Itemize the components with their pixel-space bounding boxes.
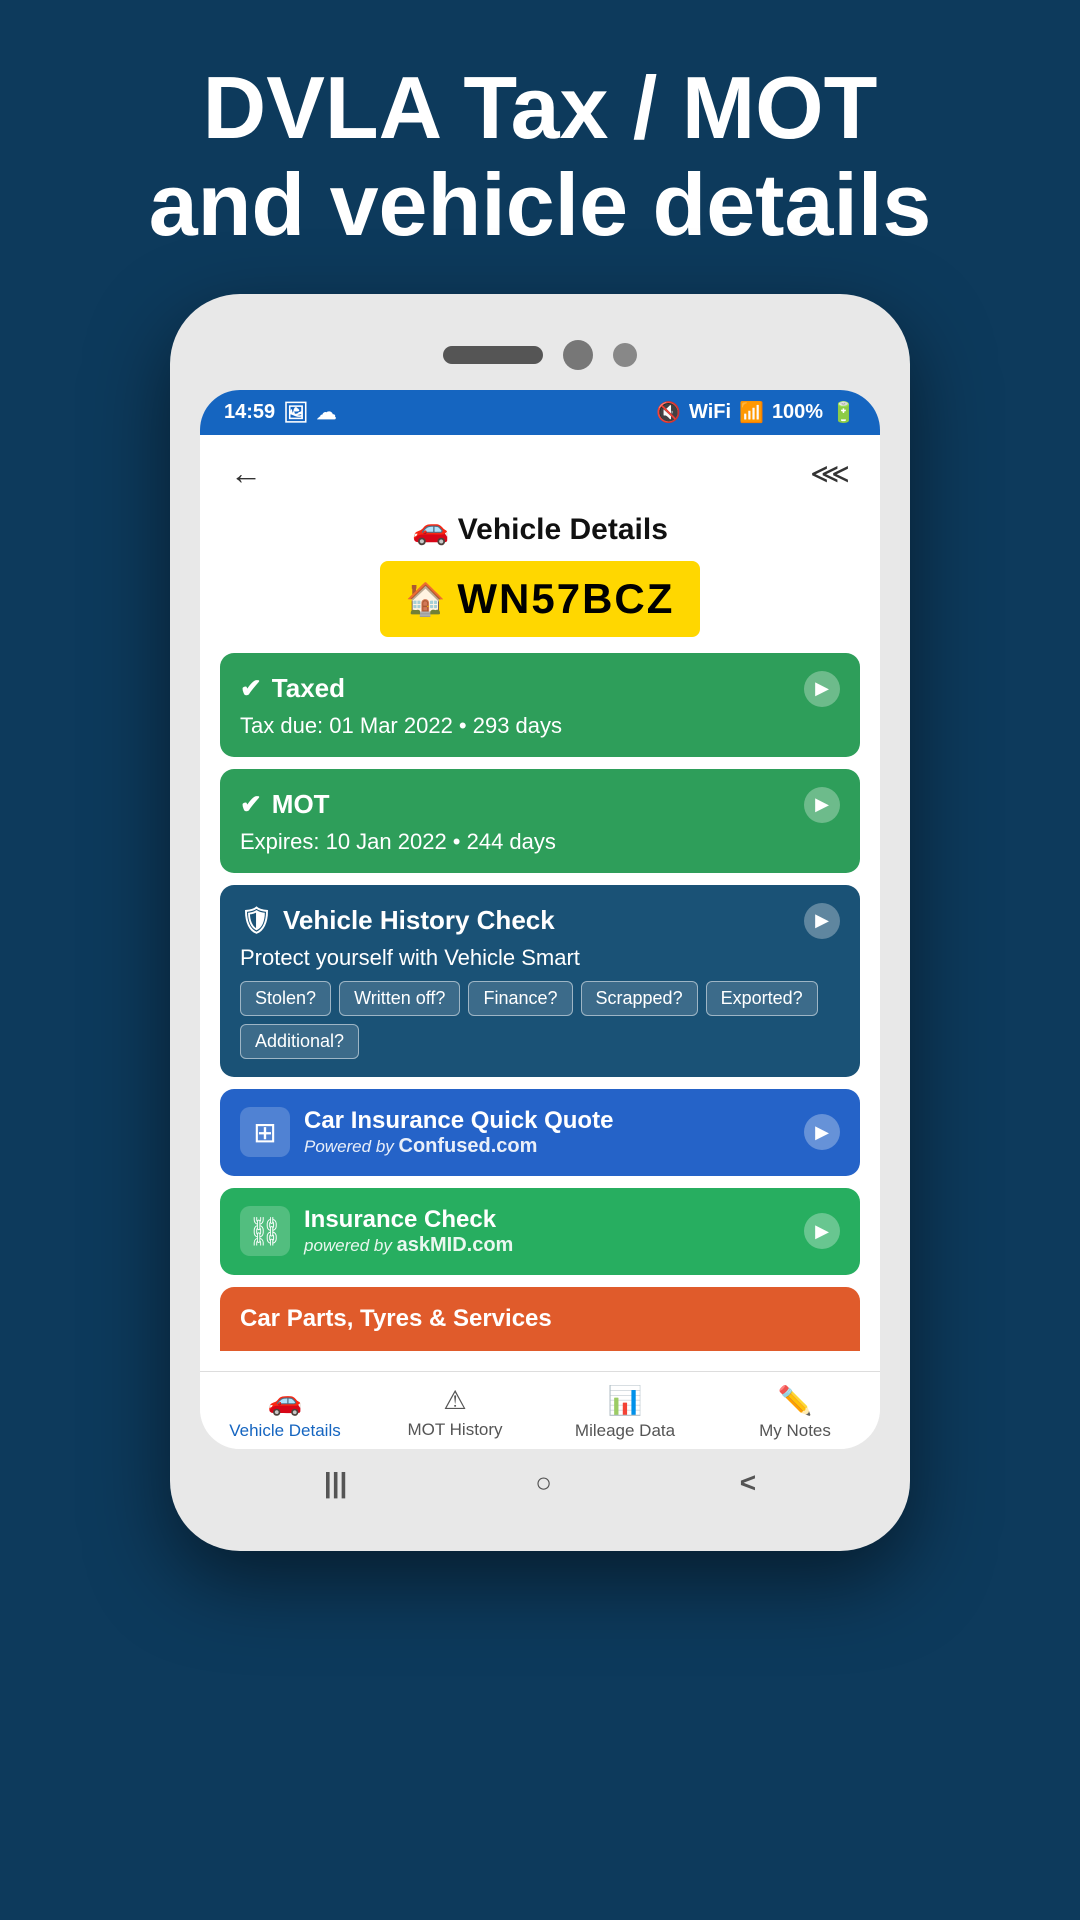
app-header: ← ⋘: [200, 435, 880, 512]
camera-1: [563, 340, 593, 370]
tax-card-arrow[interactable]: ▶: [804, 671, 840, 707]
history-card-title: 🛡 Vehicle History Check: [240, 905, 555, 936]
insurance-quote-inner: ⊞ Car Insurance Quick Quote Powered by C…: [240, 1107, 804, 1158]
shield-icon: 🛡: [240, 905, 273, 936]
gesture-home: ○: [535, 1467, 552, 1499]
status-left: 14:59 🖼 ☁: [224, 400, 337, 425]
back-button[interactable]: ←: [230, 455, 262, 492]
nav-notes[interactable]: ✏️ My Notes: [710, 1384, 880, 1441]
mot-card[interactable]: ✔ MOT ▶ Expires: 10 Jan 2022 • 244 days: [220, 769, 860, 873]
mot-card-arrow[interactable]: ▶: [804, 787, 840, 823]
status-image-icon: 🖼: [283, 400, 308, 425]
insurance-check-inner: ⛓ Insurance Check powered by askMID.com: [240, 1206, 804, 1257]
insurance-check-text: Insurance Check powered by askMID.com: [304, 1206, 513, 1257]
insurance-check-arrow[interactable]: ▶: [804, 1213, 840, 1249]
phone-bottom-gestures: ||| ○ <: [200, 1449, 880, 1521]
insurance-check-title: Insurance Check: [304, 1206, 513, 1234]
phone-screen: 14:59 🖼 ☁ 🔇 WiFi 📶 100% 🔋 ← ⋘: [200, 390, 880, 1449]
insurance-check-card[interactable]: ⛓ Insurance Check powered by askMID.com …: [220, 1188, 860, 1275]
mot-check-icon: ✔: [240, 789, 262, 820]
status-signal-icon: 📶: [739, 400, 764, 425]
plate-garage-icon: 🏠: [406, 580, 446, 618]
camera-2: [613, 343, 637, 367]
nav-mileage-label: Mileage Data: [575, 1421, 675, 1441]
badge-exported[interactable]: Exported?: [706, 981, 818, 1016]
share-button[interactable]: ⋘: [810, 457, 850, 490]
insurance-quote-arrow[interactable]: ▶: [804, 1114, 840, 1150]
status-time: 14:59: [224, 401, 275, 424]
nav-notes-label: My Notes: [759, 1421, 831, 1441]
insurance-quote-card[interactable]: ⊞ Car Insurance Quick Quote Powered by C…: [220, 1089, 860, 1176]
phone-frame: 14:59 🖼 ☁ 🔇 WiFi 📶 100% 🔋 ← ⋘: [170, 294, 910, 1551]
insurance-quote-title: Car Insurance Quick Quote: [304, 1107, 613, 1135]
page-header: DVLA Tax / MOT and vehicle details: [69, 0, 1012, 294]
mot-card-title: ✔ MOT: [240, 789, 330, 820]
number-plate: 🏠 WN57BCZ: [380, 561, 700, 637]
speaker: [443, 346, 543, 364]
nav-mileage-icon: 📊: [608, 1384, 643, 1417]
insurance-quote-powered: Powered by Confused.com: [304, 1135, 613, 1158]
status-battery: 100%: [772, 401, 823, 424]
bottom-nav: 🚗 Vehicle Details ⚠ MOT History 📊 Mileag…: [200, 1371, 880, 1449]
vehicle-title: 🚗 Vehicle Details: [220, 512, 860, 547]
tax-card[interactable]: ✔ Taxed ▶ Tax due: 01 Mar 2022 • 293 day…: [220, 653, 860, 757]
nav-mot-icon: ⚠: [443, 1385, 466, 1416]
history-badges: Stolen? Written off? Finance? Scrapped? …: [240, 981, 840, 1059]
tax-check-icon: ✔: [240, 673, 262, 704]
gesture-back: |||: [324, 1467, 348, 1499]
history-card-subtitle: Protect yourself with Vehicle Smart: [240, 945, 840, 971]
tax-card-subtitle: Tax due: 01 Mar 2022 • 293 days: [240, 713, 840, 739]
insurance-quote-text: Car Insurance Quick Quote Powered by Con…: [304, 1107, 613, 1158]
history-card-arrow[interactable]: ▶: [804, 903, 840, 939]
nav-mileage[interactable]: 📊 Mileage Data: [540, 1384, 710, 1441]
nav-notes-icon: ✏️: [778, 1384, 813, 1417]
gesture-recent: <: [740, 1467, 756, 1499]
badge-additional[interactable]: Additional?: [240, 1024, 359, 1059]
status-wifi-icon: WiFi: [689, 401, 731, 424]
status-battery-icon: 🔋: [831, 400, 856, 425]
plate-number: WN57BCZ: [457, 575, 674, 623]
status-bar: 14:59 🖼 ☁ 🔇 WiFi 📶 100% 🔋: [200, 390, 880, 435]
partial-card-title: Car Parts, Tyres & Services: [240, 1305, 552, 1332]
insurance-check-icon: ⛓: [240, 1206, 290, 1256]
header-title: DVLA Tax / MOT and vehicle details: [149, 60, 932, 254]
status-right: 🔇 WiFi 📶 100% 🔋: [656, 400, 856, 425]
badge-stolen[interactable]: Stolen?: [240, 981, 331, 1016]
mot-card-subtitle: Expires: 10 Jan 2022 • 244 days: [240, 829, 840, 855]
nav-vehicle-details[interactable]: 🚗 Vehicle Details: [200, 1384, 370, 1441]
app-content: 🚗 Vehicle Details 🏠 WN57BCZ ✔ Taxed ▶: [200, 512, 880, 1371]
insurance-quote-icon: ⊞: [240, 1107, 290, 1157]
nav-vehicle-icon: 🚗: [268, 1384, 303, 1417]
badge-finance[interactable]: Finance?: [468, 981, 572, 1016]
history-card[interactable]: 🛡 Vehicle History Check ▶ Protect yourse…: [220, 885, 860, 1077]
nav-vehicle-label: Vehicle Details: [229, 1421, 341, 1441]
phone-top: [200, 324, 880, 390]
badge-written-off[interactable]: Written off?: [339, 981, 460, 1016]
nav-mot-history[interactable]: ⚠ MOT History: [370, 1385, 540, 1440]
nav-mot-label: MOT History: [407, 1420, 502, 1440]
insurance-check-powered: powered by askMID.com: [304, 1234, 513, 1257]
status-mute-icon: 🔇: [656, 400, 681, 425]
tax-card-title: ✔ Taxed: [240, 673, 345, 704]
status-cloud-icon: ☁: [317, 400, 337, 425]
partial-card[interactable]: Car Parts, Tyres & Services: [220, 1287, 860, 1351]
badge-scrapped[interactable]: Scrapped?: [581, 981, 698, 1016]
